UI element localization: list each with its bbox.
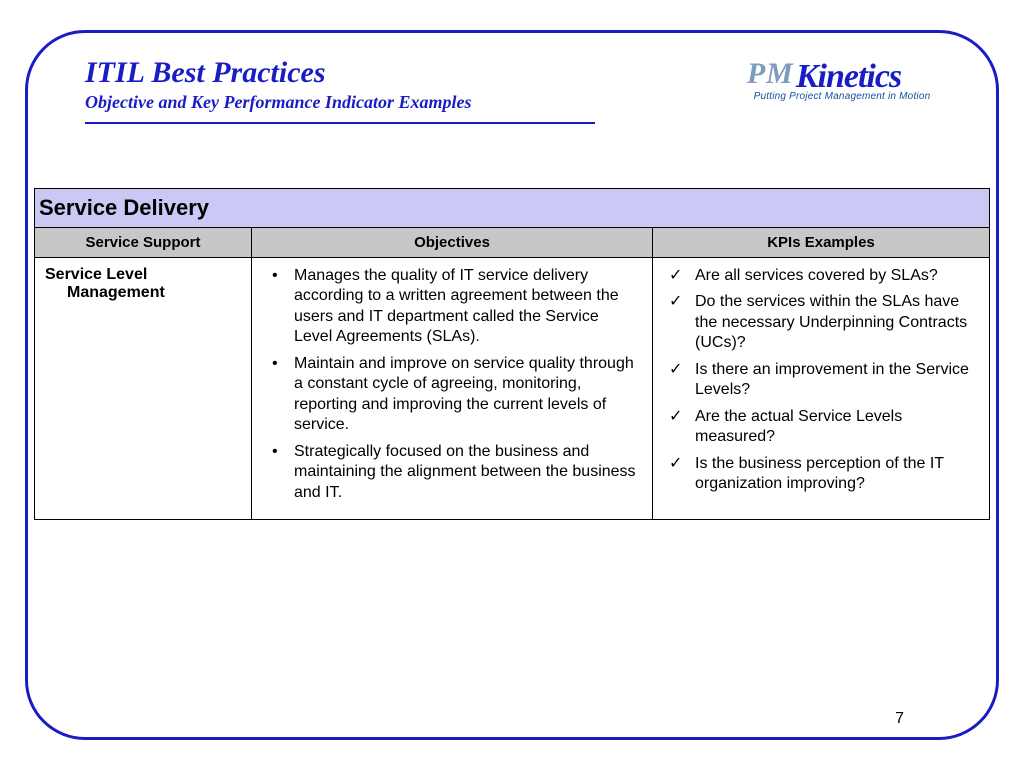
content-area: Service Delivery Service Support Objecti… [34,188,990,520]
row-header-sub: Management [45,284,245,302]
logo-brand: Kinetics [796,58,901,95]
table-section-row: Service Delivery [35,189,990,228]
list-item: Are the actual Service Levels measured? [661,407,977,454]
col-header-objectives: Objectives [252,228,653,258]
objectives-list: Manages the quality of IT service delive… [260,266,640,509]
title-underline [85,122,595,124]
page-number: 7 [895,710,904,728]
kpi-table: Service Delivery Service Support Objecti… [34,188,990,520]
brand-logo: PMKinetics Putting Project Management in… [684,60,964,102]
col-header-support: Service Support [35,228,252,258]
row-header: Service Level Management [35,258,252,520]
kpis-list: Are all services covered by SLAs? Do the… [661,266,977,501]
kpis-cell: Are all services covered by SLAs? Do the… [653,258,990,520]
list-item: Maintain and improve on service quality … [260,354,640,442]
section-header: Service Delivery [35,189,990,228]
logo-text: PMKinetics [747,60,901,93]
list-item: Manages the quality of IT service delive… [260,266,640,354]
logo-pm: PM [747,57,796,90]
table-row: Service Level Management Manages the qua… [35,258,990,520]
table-header-row: Service Support Objectives KPIs Examples [35,228,990,258]
row-header-main: Service Level [45,266,147,283]
col-header-kpis: KPIs Examples [653,228,990,258]
objectives-cell: Manages the quality of IT service delive… [252,258,653,520]
list-item: Are all services covered by SLAs? [661,266,977,292]
list-item: Is there an improvement in the Service L… [661,360,977,407]
list-item: Strategically focused on the business an… [260,442,640,509]
list-item: Is the business perception of the IT org… [661,454,977,501]
slide: ITIL Best Practices Objective and Key Pe… [0,0,1024,768]
list-item: Do the services within the SLAs have the… [661,292,977,359]
